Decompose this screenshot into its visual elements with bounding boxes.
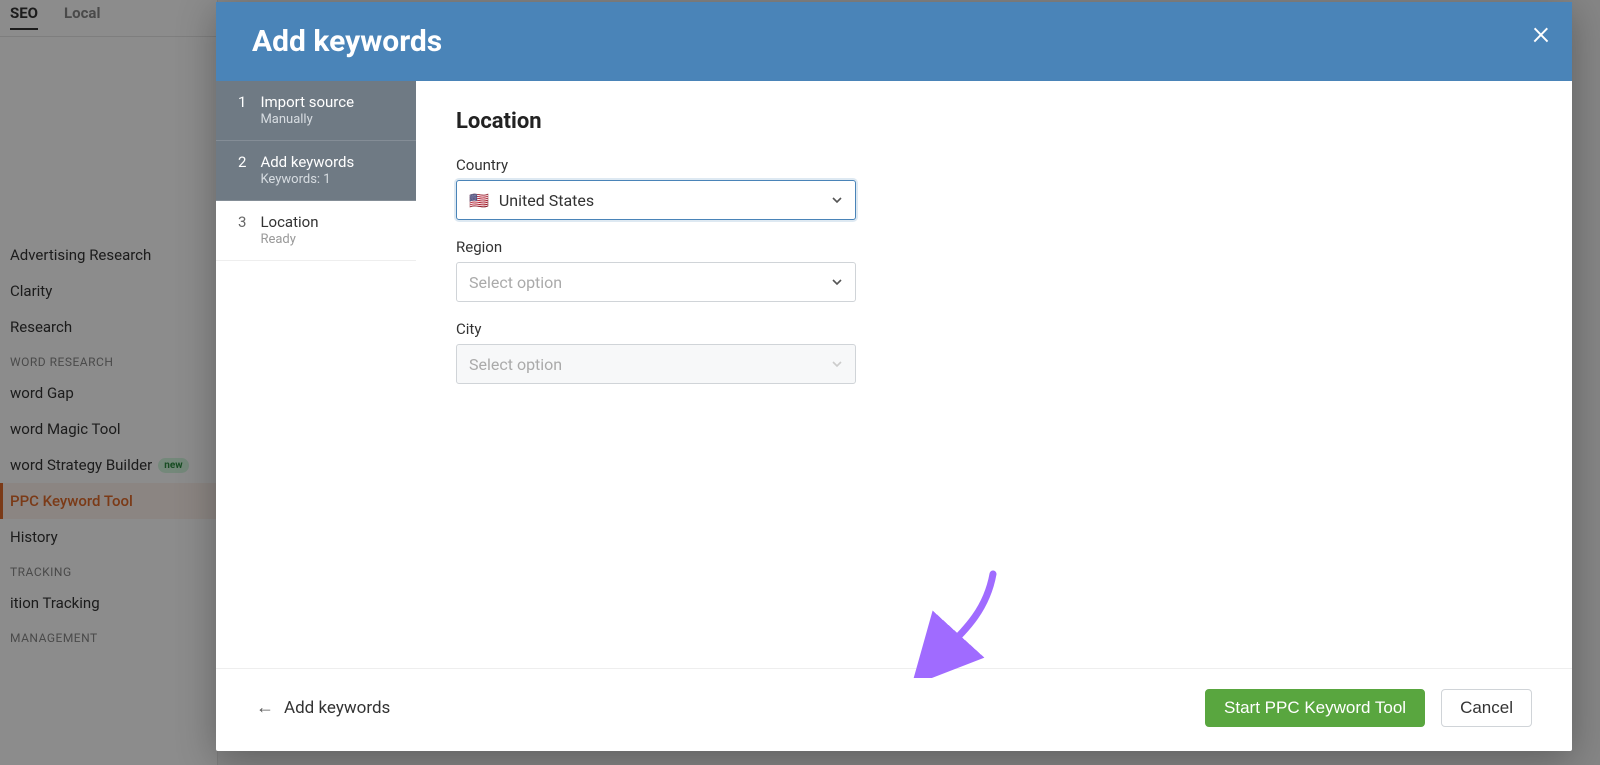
close-icon[interactable]: × [1532, 16, 1550, 50]
country-select[interactable]: 🇺🇸 United States [456, 180, 856, 220]
cancel-button[interactable]: Cancel [1441, 689, 1532, 727]
step-add-keywords[interactable]: 2 Add keywords Keywords: 1 [216, 141, 416, 201]
us-flag-icon: 🇺🇸 [469, 191, 489, 210]
back-label: Add keywords [284, 698, 390, 718]
chevron-down-icon [831, 355, 843, 374]
modal-footer: ← Add keywords Start PPC Keyword Tool Ca… [216, 668, 1572, 751]
wizard-steps: 1 Import source Manually 2 Add keywords … [216, 81, 416, 668]
step-location[interactable]: 3 Location Ready [216, 201, 416, 261]
step-number: 1 [238, 93, 246, 128]
country-value: United States [499, 191, 594, 210]
location-form: Location Country 🇺🇸 United States Region… [416, 81, 1572, 668]
form-heading: Location [456, 109, 1532, 134]
back-button[interactable]: ← Add keywords [256, 698, 390, 718]
city-label: City [456, 320, 1532, 338]
region-placeholder: Select option [469, 273, 562, 292]
region-label: Region [456, 238, 1532, 256]
step-title: Add keywords [260, 153, 354, 172]
step-import-source[interactable]: 1 Import source Manually [216, 81, 416, 141]
chevron-down-icon [831, 273, 843, 292]
step-subtitle: Manually [260, 112, 354, 128]
modal-header: Add keywords × [216, 2, 1572, 81]
country-label: Country [456, 156, 1532, 174]
chevron-down-icon [831, 191, 843, 210]
city-select[interactable]: Select option [456, 344, 856, 384]
modal-title: Add keywords [252, 24, 442, 59]
step-subtitle: Keywords: 1 [260, 172, 354, 188]
arrow-left-icon: ← [256, 699, 274, 717]
step-title: Import source [260, 93, 354, 112]
step-subtitle: Ready [260, 232, 318, 248]
start-ppc-keyword-tool-button[interactable]: Start PPC Keyword Tool [1205, 689, 1425, 727]
step-number: 3 [238, 213, 246, 248]
add-keywords-modal: Add keywords × 1 Import source Manually … [216, 2, 1572, 751]
step-title: Location [260, 213, 318, 232]
step-number: 2 [238, 153, 246, 188]
region-select[interactable]: Select option [456, 262, 856, 302]
city-placeholder: Select option [469, 355, 562, 374]
